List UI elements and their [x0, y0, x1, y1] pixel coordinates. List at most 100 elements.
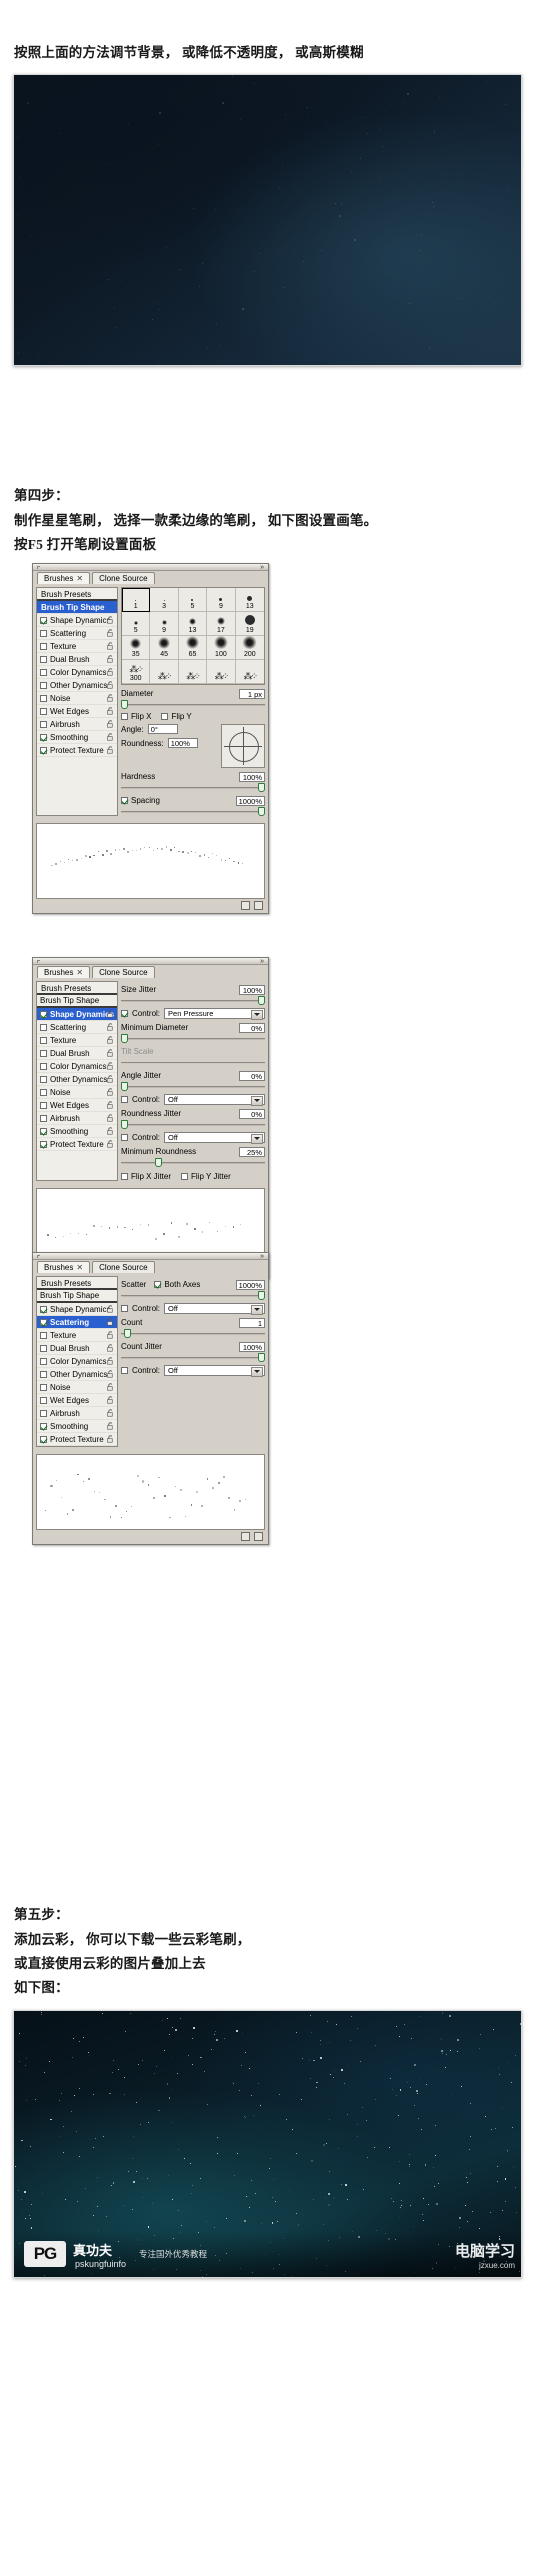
- delete-brush-icon[interactable]: [254, 1532, 263, 1541]
- brush-thumbnail-grid[interactable]: 1 3 5 9 13 5 9 13 17 19 35 45 65 100 200 ⁂⁘ 300 ⁂⁘ ⁂⁘ ⁂⁘ ⁂⁘: [121, 587, 265, 685]
- option-checkbox[interactable]: [40, 1076, 47, 1083]
- lock-icon[interactable]: [107, 1409, 114, 1417]
- brush-option-other-dynamics[interactable]: Other Dynamics: [37, 1368, 117, 1381]
- panel-collapse-icon[interactable]: »: [260, 1254, 264, 1260]
- spacing-value[interactable]: 1000%: [236, 796, 265, 806]
- brush-option-protect-texture[interactable]: Protect Texture: [37, 1138, 117, 1151]
- brush-option-airbrush[interactable]: Airbrush: [37, 1407, 117, 1420]
- option-checkbox[interactable]: [40, 708, 47, 715]
- roundness-input[interactable]: 100%: [168, 738, 198, 748]
- brush-option-brush-tip-shape[interactable]: Brush Tip Shape: [37, 1290, 117, 1303]
- field-value[interactable]: 0%: [239, 1071, 265, 1081]
- lock-icon[interactable]: [107, 1383, 114, 1391]
- option-checkbox[interactable]: [40, 1024, 47, 1031]
- slider-thumb[interactable]: [258, 1291, 265, 1300]
- flip-y-checkbox[interactable]: [161, 713, 168, 720]
- field-slider[interactable]: [121, 1120, 265, 1129]
- option-checkbox[interactable]: [40, 1319, 47, 1326]
- control-checkbox[interactable]: [121, 1305, 128, 1312]
- option-checkbox[interactable]: [40, 1141, 47, 1148]
- brush-thumbnail[interactable]: 65: [179, 636, 207, 660]
- brush-option-shape-dynamics[interactable]: Shape Dynamics: [37, 614, 117, 627]
- control-row-control[interactable]: Control: Pen Pressure: [121, 1008, 265, 1019]
- brush-thumbnail[interactable]: 17: [207, 612, 235, 636]
- slider-thumb[interactable]: [124, 1329, 131, 1338]
- option-checkbox[interactable]: [40, 1089, 47, 1096]
- lock-icon[interactable]: [107, 1088, 114, 1096]
- control-row-control[interactable]: Control: Off: [121, 1132, 265, 1143]
- control-checkbox[interactable]: [121, 1134, 128, 1141]
- brush-option-list[interactable]: Brush Presets Brush Tip Shape Shape Dynam…: [36, 1276, 118, 1447]
- lock-icon[interactable]: [107, 1344, 114, 1352]
- lock-icon[interactable]: [107, 1127, 114, 1135]
- field-minimum-diameter[interactable]: Minimum Diameter 0%: [121, 1022, 265, 1043]
- lock-icon[interactable]: [107, 720, 114, 728]
- panel-title-bar[interactable]: »: [33, 564, 268, 571]
- panel-footer[interactable]: [33, 899, 268, 911]
- brush-option-dual-brush[interactable]: Dual Brush: [37, 1047, 117, 1060]
- field-scatter[interactable]: Scatter Both Axes 1000%: [121, 1279, 265, 1300]
- close-icon[interactable]: ✕: [76, 574, 83, 583]
- brushes-panel-brush-tip-shape[interactable]: » Brushes ✕ Clone Source Brush Presets Br…: [32, 563, 269, 914]
- option-checkbox[interactable]: [40, 734, 47, 741]
- slider-thumb[interactable]: [155, 1158, 162, 1167]
- brush-thumbnail[interactable]: ⁂⁘ 300: [122, 660, 150, 684]
- option-checkbox[interactable]: [40, 643, 47, 650]
- option-checkbox[interactable]: [40, 1306, 47, 1313]
- brush-option-wet-edges[interactable]: Wet Edges: [37, 705, 117, 718]
- lock-icon[interactable]: [107, 1305, 114, 1313]
- field-slider[interactable]: [121, 1329, 265, 1338]
- lock-icon[interactable]: [107, 1023, 114, 1031]
- option-checkbox[interactable]: [40, 1384, 47, 1391]
- close-icon[interactable]: ✕: [76, 1263, 83, 1272]
- brush-thumbnail[interactable]: 35: [122, 636, 150, 660]
- new-brush-icon[interactable]: [241, 1532, 250, 1541]
- field-slider[interactable]: [121, 1291, 265, 1300]
- lock-icon[interactable]: [107, 1422, 114, 1430]
- control-row-control[interactable]: Control: Off: [121, 1303, 265, 1314]
- lock-icon[interactable]: [107, 629, 114, 637]
- field-slider[interactable]: [121, 1353, 265, 1362]
- brush-thumbnail[interactable]: 3: [150, 588, 178, 612]
- shape-dynamics-settings[interactable]: Size Jitter 100% Control: Pen Pressure Minim…: [121, 981, 265, 1181]
- brush-option-dual-brush[interactable]: Dual Brush: [37, 653, 117, 666]
- brush-thumbnail[interactable]: 13: [236, 588, 264, 612]
- brush-option-wet-edges[interactable]: Wet Edges: [37, 1394, 117, 1407]
- lock-icon[interactable]: [107, 1062, 114, 1070]
- option-checkbox[interactable]: [40, 1332, 47, 1339]
- panel-footer[interactable]: [33, 1530, 268, 1542]
- option-checkbox[interactable]: [40, 1371, 47, 1378]
- brush-option-protect-texture[interactable]: Protect Texture: [37, 744, 117, 757]
- brush-option-brush-tip-shape[interactable]: Brush Tip Shape: [37, 995, 117, 1008]
- panel-collapse-icon[interactable]: »: [260, 565, 264, 571]
- control-checkbox[interactable]: [121, 1367, 128, 1374]
- lock-icon[interactable]: [107, 1101, 114, 1109]
- field-value[interactable]: 1000%: [236, 1280, 265, 1290]
- lock-icon[interactable]: [107, 668, 114, 676]
- brush-thumbnail[interactable]: 5: [179, 588, 207, 612]
- field-slider[interactable]: [121, 1034, 265, 1043]
- field-slider[interactable]: [121, 1158, 265, 1167]
- slider-thumb[interactable]: [121, 1034, 128, 1043]
- slider-thumb[interactable]: [258, 996, 265, 1005]
- brush-thumbnail[interactable]: 19: [236, 612, 264, 636]
- lock-icon[interactable]: [107, 1370, 114, 1378]
- brush-option-color-dynamics[interactable]: Color Dynamics: [37, 1355, 117, 1368]
- field-value[interactable]: 25%: [239, 1147, 265, 1157]
- control-dropdown[interactable]: Off: [164, 1132, 265, 1143]
- field-roundness-jitter[interactable]: Roundness Jitter 0%: [121, 1108, 265, 1129]
- option-checkbox[interactable]: [40, 656, 47, 663]
- option-checkbox[interactable]: [40, 1011, 47, 1018]
- spacing-slider[interactable]: [121, 807, 265, 816]
- lock-icon[interactable]: [107, 1435, 114, 1443]
- field-value[interactable]: 100%: [239, 985, 265, 995]
- brush-thumbnail[interactable]: 100: [207, 636, 235, 660]
- lock-icon[interactable]: [107, 1010, 114, 1018]
- brush-option-shape-dynamics[interactable]: Shape Dynamics: [37, 1303, 117, 1316]
- option-checkbox[interactable]: [40, 1037, 47, 1044]
- brush-option-list[interactable]: Brush Presets Brush Tip Shape Shape Dynam…: [36, 587, 118, 816]
- angle-row[interactable]: Angle: 0°: [121, 724, 216, 734]
- flip-y-option[interactable]: Flip Y: [161, 712, 191, 721]
- field-value[interactable]: 1: [239, 1318, 265, 1328]
- lock-icon[interactable]: [107, 1357, 114, 1365]
